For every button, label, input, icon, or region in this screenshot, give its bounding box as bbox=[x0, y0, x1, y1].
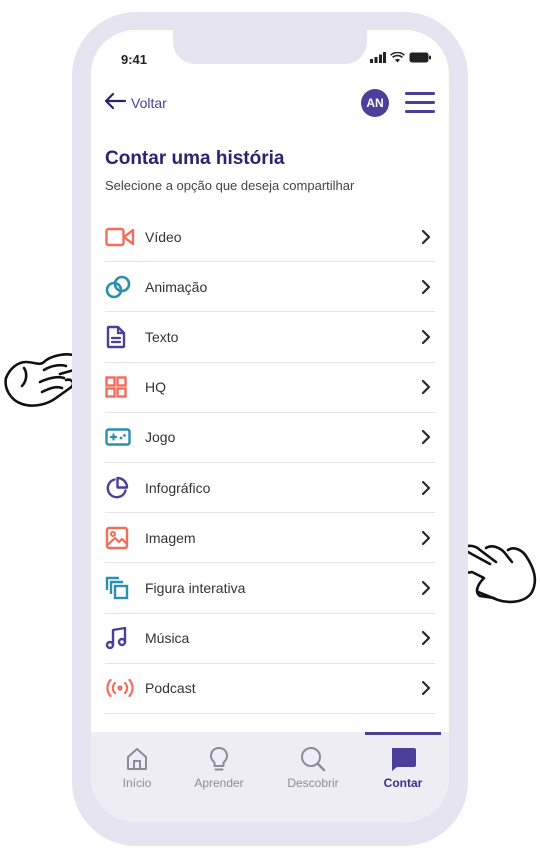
image-icon bbox=[105, 525, 135, 551]
tab-inicio[interactable]: Início bbox=[97, 732, 177, 802]
page-subtitle: Selecione a opção que deseja compartilha… bbox=[105, 178, 355, 193]
signal-icon bbox=[370, 52, 386, 63]
video-camera-icon bbox=[105, 224, 135, 250]
top-navigation: Voltar AN bbox=[103, 88, 437, 118]
option-label: Imagem bbox=[145, 529, 196, 546]
tab-descobrir[interactable]: Descobrir bbox=[273, 732, 353, 802]
option-label: Figura interativa bbox=[145, 579, 246, 596]
app-screen: 9:41 Voltar AN Contar uma história Selec… bbox=[91, 30, 449, 822]
battery-icon bbox=[409, 52, 431, 63]
page-title: Contar uma história bbox=[105, 148, 285, 169]
chevron-right-icon bbox=[421, 229, 431, 245]
pie-chart-icon bbox=[105, 475, 135, 501]
option-label: Vídeo bbox=[145, 228, 182, 245]
gamepad-icon bbox=[105, 424, 135, 450]
option-label: Jogo bbox=[145, 429, 176, 446]
tab-label: Descobrir bbox=[287, 776, 339, 790]
option-music[interactable]: Música bbox=[105, 614, 435, 664]
option-animation[interactable]: Animação bbox=[105, 262, 435, 313]
back-label: Voltar bbox=[131, 95, 167, 111]
status-icons bbox=[370, 52, 431, 63]
chat-bubble-icon bbox=[363, 732, 443, 774]
comic-grid-icon bbox=[105, 374, 135, 400]
chevron-right-icon bbox=[421, 530, 431, 546]
chevron-right-icon bbox=[421, 279, 431, 295]
chevron-right-icon bbox=[421, 329, 431, 345]
option-label: Animação bbox=[145, 278, 208, 295]
chevron-right-icon bbox=[421, 379, 431, 395]
phone-notch bbox=[173, 30, 367, 64]
option-label: Texto bbox=[145, 328, 179, 345]
chevron-right-icon bbox=[421, 429, 431, 445]
broadcast-icon bbox=[105, 675, 135, 701]
status-time: 9:41 bbox=[121, 52, 148, 67]
option-text[interactable]: Texto bbox=[105, 312, 435, 363]
search-icon bbox=[273, 732, 353, 774]
user-avatar[interactable]: AN bbox=[361, 89, 389, 117]
option-podcast[interactable]: Podcast bbox=[105, 664, 435, 714]
option-label: Infográfico bbox=[145, 479, 211, 496]
back-button[interactable]: Voltar bbox=[103, 88, 167, 118]
document-text-icon bbox=[105, 324, 135, 350]
tab-label: Início bbox=[122, 776, 152, 790]
tab-label: Aprender bbox=[194, 776, 244, 790]
chevron-right-icon bbox=[421, 630, 431, 646]
option-comic[interactable]: HQ bbox=[105, 363, 435, 413]
option-label: Podcast bbox=[145, 680, 196, 697]
tab-aprender[interactable]: Aprender bbox=[179, 732, 259, 802]
lightbulb-icon bbox=[179, 732, 259, 774]
chevron-right-icon bbox=[421, 580, 431, 596]
bottom-tab-bar: Início Aprender Descobrir Contar bbox=[91, 732, 449, 822]
option-label: Música bbox=[145, 630, 190, 647]
option-label: HQ bbox=[145, 379, 166, 396]
option-game[interactable]: Jogo bbox=[105, 413, 435, 463]
hamburger-menu-button[interactable] bbox=[405, 92, 437, 114]
home-icon bbox=[97, 732, 177, 774]
tab-contar[interactable]: Contar bbox=[363, 732, 443, 802]
option-video[interactable]: Vídeo bbox=[105, 212, 435, 263]
option-interactive-figure[interactable]: Figura interativa bbox=[105, 563, 435, 614]
tab-label: Contar bbox=[383, 776, 423, 790]
layered-figure-icon bbox=[105, 575, 135, 601]
wifi-icon bbox=[390, 52, 405, 63]
arrow-left-icon bbox=[103, 92, 127, 115]
chevron-right-icon bbox=[421, 480, 431, 496]
option-infographic[interactable]: Infográfico bbox=[105, 463, 435, 514]
music-note-icon bbox=[105, 625, 135, 651]
option-image[interactable]: Imagem bbox=[105, 513, 435, 564]
chevron-right-icon bbox=[421, 680, 431, 696]
story-type-options-list: Vídeo Animação Texto HQ Jogo Infográfico… bbox=[105, 212, 435, 714]
animation-rings-icon bbox=[105, 274, 135, 300]
